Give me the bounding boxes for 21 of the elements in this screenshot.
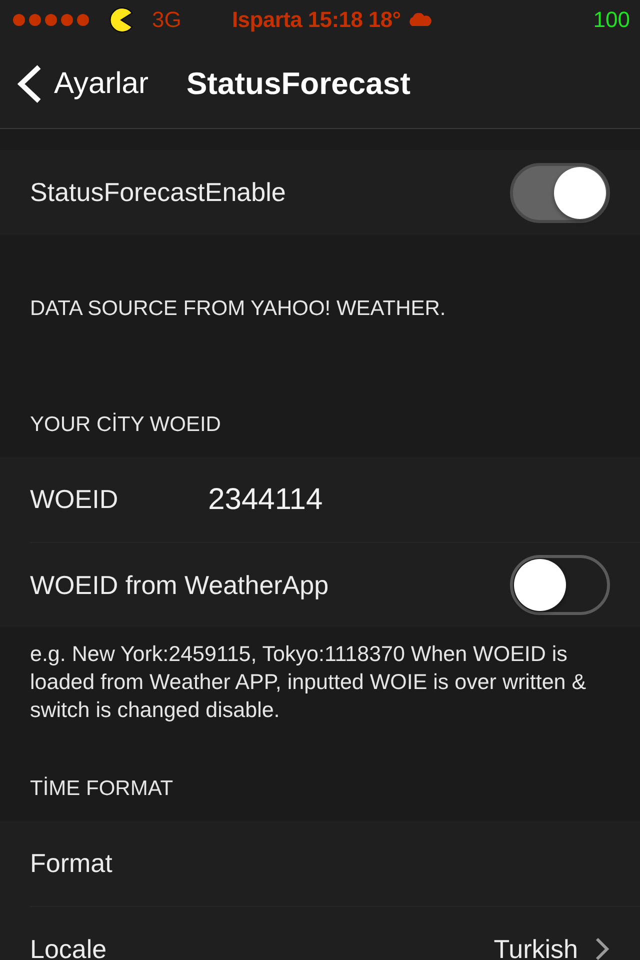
row-label: WOEID from WeatherApp bbox=[30, 570, 329, 600]
page-title: StatusForecast bbox=[186, 66, 410, 102]
row-label: Format bbox=[30, 848, 112, 879]
battery-level: 100 bbox=[593, 7, 630, 33]
woeid-field[interactable]: 2344114 bbox=[208, 482, 428, 516]
section-footer: e.g. New York:2459115, Tokyo:1118370 When WOEID is loaded from Weather APP, inputted WOIE is over written & switch is changed disable. bbox=[0, 627, 640, 724]
section-header: DATA SOURCE FROM YAHOO! WEATHER. bbox=[29, 296, 447, 322]
row-label: WOEID bbox=[30, 484, 118, 515]
row-label: StatusForecastEnable bbox=[30, 177, 286, 208]
carrier-label: 3G bbox=[152, 7, 182, 33]
pacman-icon bbox=[108, 7, 134, 33]
row-label: Locale bbox=[30, 934, 107, 960]
section-header: TİME FORMAT bbox=[29, 776, 174, 802]
cloud-icon bbox=[406, 13, 433, 27]
section-header: YOUR CİTY WOEID bbox=[29, 412, 222, 438]
status-text: Isparta 15:18 18° bbox=[232, 7, 401, 33]
row-value: Turkish bbox=[494, 934, 578, 960]
chevron-left-icon bbox=[16, 64, 42, 104]
chevron-right-icon bbox=[594, 936, 610, 960]
back-button[interactable]: Ayarlar bbox=[16, 64, 148, 104]
toggle-switch[interactable] bbox=[510, 555, 610, 615]
